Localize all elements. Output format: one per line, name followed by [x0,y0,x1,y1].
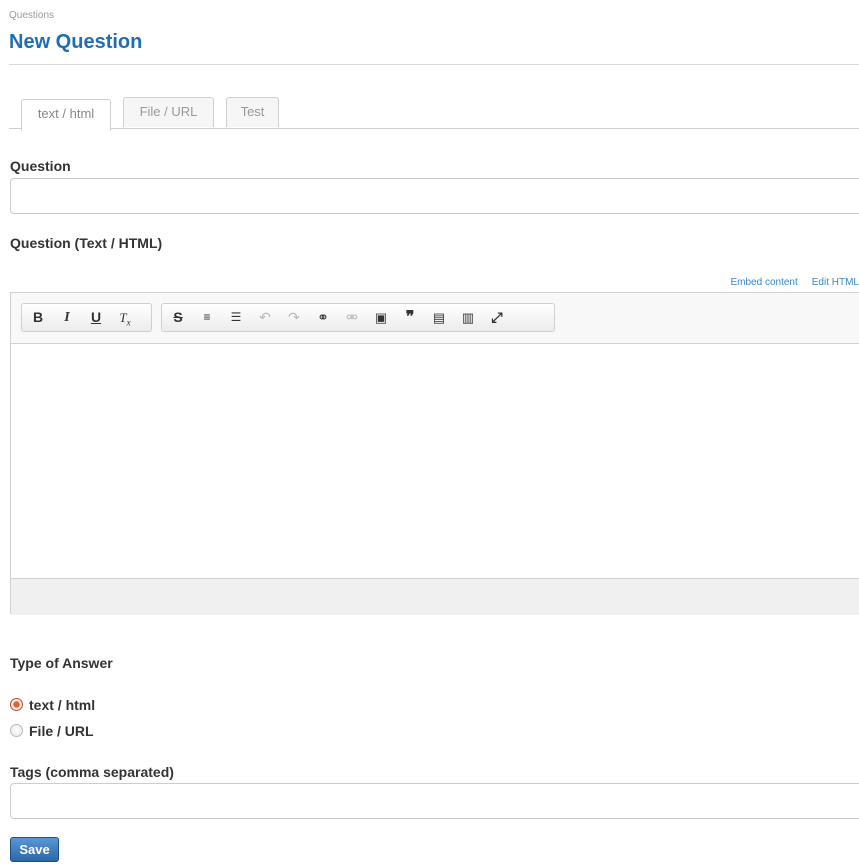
link-icon[interactable]: ⚭ [311,304,335,331]
page-title: New Question [9,31,143,53]
undo-icon[interactable]: ↶ [253,304,277,331]
answer-option-label: text / html [29,697,96,713]
save-button[interactable]: Save [10,837,59,862]
question-input[interactable] [10,178,859,214]
bulleted-list-icon[interactable]: ☰ [224,304,248,331]
embed-content-link[interactable]: Embed content [731,277,798,288]
breadcrumb[interactable]: Questions [9,10,54,21]
redo-icon[interactable]: ↷ [282,304,306,331]
toolbar-group-basic: B I U Tx [21,303,152,332]
rich-text-editor: B I U Tx S ≡ ☰ ↶ ↷ ⚭ ⚮ ▣ ❞ ▤ ▥ ⤢ [10,292,859,615]
editor-links: Embed content Edit HTML [717,277,859,288]
image-icon[interactable]: ▣ [369,304,393,331]
toolbar-group-advanced: S ≡ ☰ ↶ ↷ ⚭ ⚮ ▣ ❞ ▤ ▥ ⤢ [161,303,555,332]
tags-input[interactable] [10,783,859,819]
paste-word-icon[interactable]: ▥ [456,304,480,331]
answer-option-label: File / URL [29,723,94,739]
blockquote-icon[interactable]: ❞ [398,304,422,331]
radio-unchecked-icon[interactable] [10,724,23,737]
italic-icon[interactable]: I [55,304,79,331]
tags-label: Tags (comma separated) [10,764,174,780]
editor-status-bar [11,578,859,615]
tab-bar: text / html File / URL Test [9,97,859,131]
editor-toolbar: B I U Tx S ≡ ☰ ↶ ↷ ⚭ ⚮ ▣ ❞ ▤ ▥ ⤢ [11,293,859,344]
unlink-icon[interactable]: ⚮ [340,304,364,331]
remove-format-icon[interactable]: Tx [113,304,137,331]
tab-text-html[interactable]: text / html [21,99,111,131]
strikethrough-icon[interactable]: S [166,304,190,331]
tab-file-url[interactable]: File / URL [123,97,214,127]
answer-type-label: Type of Answer [10,655,113,671]
edit-html-link[interactable]: Edit HTML [812,277,859,288]
paste-text-icon[interactable]: ▤ [427,304,451,331]
numbered-list-icon[interactable]: ≡ [195,304,219,331]
underline-icon[interactable]: U [84,304,108,331]
editor-content-area[interactable] [11,344,859,578]
maximize-icon[interactable]: ⤢ [485,304,509,331]
bold-icon[interactable]: B [26,304,50,331]
title-divider [9,64,859,65]
radio-checked-icon[interactable] [10,698,23,711]
question-label: Question [10,158,71,174]
tab-test[interactable]: Test [226,97,279,127]
question-html-label: Question (Text / HTML) [10,235,163,251]
